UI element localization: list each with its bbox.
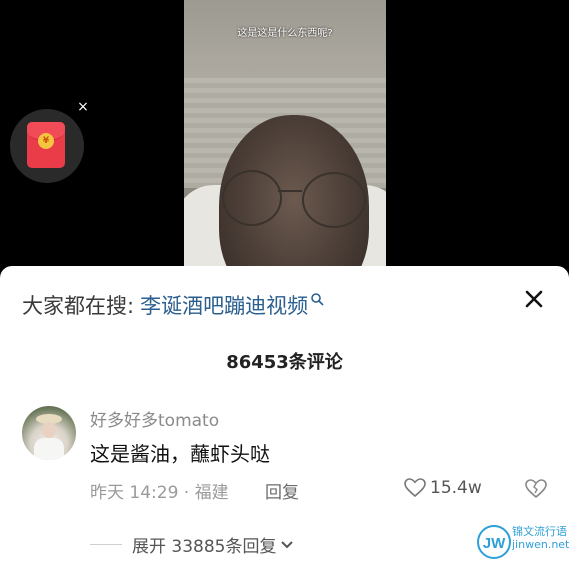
expand-divider-line bbox=[90, 544, 122, 545]
like-button[interactable]: 15.4w bbox=[404, 478, 482, 498]
video-player[interactable]: 这是这是什么东西呢? bbox=[184, 0, 386, 300]
glasses-right-lens bbox=[302, 172, 366, 228]
avatar-face bbox=[42, 422, 56, 438]
trending-search-row[interactable]: 大家都在搜: 李诞酒吧蹦迪视频 bbox=[22, 290, 324, 320]
reply-button[interactable]: 回复 bbox=[265, 478, 299, 503]
expand-replies-button[interactable]: 展开 33885条回复 bbox=[90, 532, 294, 557]
video-caption: 这是这是什么东西呢? bbox=[237, 28, 333, 39]
close-icon[interactable] bbox=[521, 286, 547, 312]
heart-icon bbox=[404, 478, 426, 498]
comment-text[interactable]: 这是酱油，蘸虾头哒 bbox=[90, 438, 270, 467]
red-packet-widget[interactable]: ¥ bbox=[10, 109, 84, 183]
trending-search-prefix: 大家都在搜: bbox=[22, 294, 135, 318]
watermark-logo-text: JW bbox=[483, 535, 506, 552]
search-icon bbox=[311, 293, 324, 306]
broken-heart-icon[interactable] bbox=[525, 479, 547, 499]
trending-search-link[interactable]: 李诞酒吧蹦迪视频 bbox=[140, 290, 308, 320]
avatar-body bbox=[34, 438, 64, 460]
comment-username[interactable]: 好多好多tomato bbox=[90, 406, 219, 431]
watermark-text: 锦文流行语 jinwen.net bbox=[512, 525, 569, 551]
like-count: 15.4w bbox=[430, 478, 482, 498]
red-packet-close-icon[interactable]: × bbox=[76, 100, 90, 114]
watermark-line1: 锦文流行语 bbox=[512, 525, 567, 538]
comment-time-location: 昨天 14:29 · 福建 bbox=[90, 483, 229, 503]
comment-sheet: 大家都在搜: 李诞酒吧蹦迪视频 86453条评论 好多好多tomato 这是酱油… bbox=[0, 266, 569, 566]
glasses-left-lens bbox=[222, 170, 282, 226]
chevron-down-icon bbox=[281, 540, 294, 548]
glasses-bridge bbox=[278, 190, 302, 192]
red-packet-seal: ¥ bbox=[38, 133, 54, 149]
avatar[interactable] bbox=[22, 406, 76, 460]
comment-meta: 昨天 14:29 · 福建 bbox=[90, 478, 229, 503]
watermark-line2: jinwen.net bbox=[512, 538, 569, 551]
red-packet-icon: ¥ bbox=[27, 122, 65, 168]
comment-count-title: 86453条评论 bbox=[226, 352, 343, 373]
expand-replies-label: 展开 33885条回复 bbox=[132, 537, 277, 557]
